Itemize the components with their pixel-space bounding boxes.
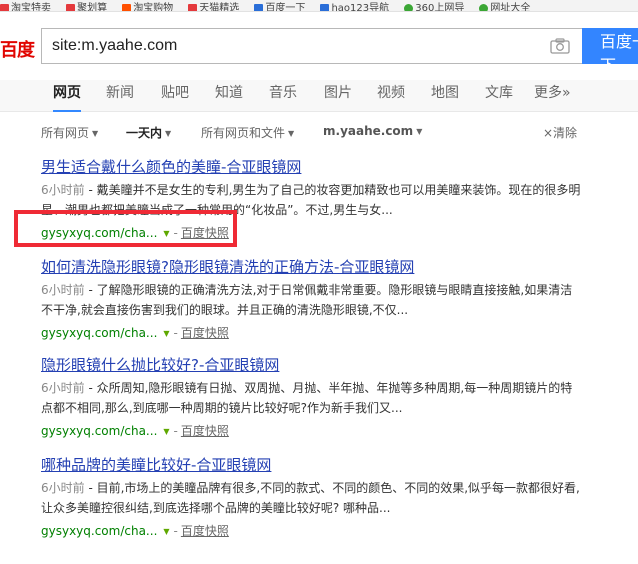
- bookmark-label: 淘宝购物: [133, 3, 174, 12]
- bookmark-item[interactable]: 网址大全: [479, 3, 531, 12]
- bookmark-item[interactable]: 淘宝特卖: [0, 3, 51, 12]
- filter-label: 一天内: [126, 126, 163, 140]
- bookmark-item[interactable]: 百度一下: [254, 3, 306, 12]
- result-meta: gysyxyq.com/cha... ▼ - 百度快照: [41, 522, 601, 541]
- result-time: 6小时前: [41, 183, 85, 197]
- tab-wenku[interactable]: 文库: [485, 83, 513, 112]
- bookmark-label: 聚划算: [77, 3, 108, 12]
- bookmark-label: hao123导航: [331, 3, 390, 12]
- separator: -: [173, 524, 178, 538]
- result-time: 6小时前: [41, 283, 85, 297]
- chevron-down-icon[interactable]: ▼: [163, 527, 169, 536]
- result-meta: gysyxyq.com/cha... ▼ - 百度快照: [41, 422, 601, 441]
- bookmark-label: 淘宝特卖: [11, 3, 51, 12]
- tab-news[interactable]: 新闻: [106, 83, 134, 112]
- baidu-logo[interactable]: 百度: [0, 36, 35, 62]
- result-url[interactable]: gysyxyq.com/cha...: [41, 424, 157, 438]
- result-abstract: 6小时前 - 目前,市场上的美瞳品牌有很多,不同的款式、不同的颜色、不同的效果,…: [41, 481, 580, 515]
- result-abstract: 6小时前 - 了解隐形眼镜的正确清洗方法,对于日常佩戴非常重要。隐形眼镜与眼睛直…: [41, 283, 573, 317]
- search-input[interactable]: [52, 29, 532, 63]
- bookmark-item[interactable]: 聚划算: [66, 3, 108, 12]
- result-snippet: 了解隐形眼镜的正确清洗方法,对于日常佩戴非常重要。隐形眼镜与眼睛直接接触,如果清…: [41, 283, 573, 317]
- search-result: 哪种品牌的美瞳比较好-合亚眼镜网 6小时前 - 目前,市场上的美瞳品牌有很多,不…: [41, 455, 601, 541]
- bookmark-label: 360上网导: [415, 3, 465, 12]
- search-result: 隐形眼镜什么抛比较好?-合亚眼镜网 6小时前 - 众所周知,隐形眼镜有日抛、双周…: [41, 355, 601, 441]
- result-snippet: 目前,市场上的美瞳品牌有很多,不同的款式、不同的颜色、不同的效果,似乎每一款都很…: [41, 481, 580, 515]
- result-abstract: 6小时前 - 众所周知,隐形眼镜有日抛、双周抛、月抛、半年抛、年抛等多种周期,每…: [41, 381, 573, 415]
- chevron-down-icon[interactable]: ▼: [163, 329, 169, 338]
- camera-icon[interactable]: [550, 38, 570, 54]
- bookmark-label: 天猫精选: [199, 3, 240, 12]
- tab-zhidao[interactable]: 知道: [215, 83, 243, 112]
- tab-music[interactable]: 音乐: [269, 83, 297, 112]
- result-url[interactable]: gysyxyq.com/cha...: [41, 326, 157, 340]
- chevron-down-icon[interactable]: ▼: [163, 427, 169, 436]
- bookmark-item[interactable]: hao123导航: [320, 3, 390, 12]
- tab-map[interactable]: 地图: [431, 83, 459, 112]
- filter-all-pages[interactable]: 所有网页 ▼: [41, 124, 98, 141]
- bookmark-item[interactable]: 天猫精选: [188, 3, 240, 12]
- filter-label: m.yaahe.com: [323, 124, 414, 138]
- cache-link[interactable]: 百度快照: [181, 326, 229, 340]
- tab-video[interactable]: 视频: [377, 83, 405, 112]
- cache-link[interactable]: 百度快照: [181, 424, 229, 438]
- tab-web[interactable]: 网页: [53, 83, 81, 112]
- filter-file-type[interactable]: 所有网页和文件 ▼: [201, 124, 294, 141]
- bookmark-icon: [122, 4, 132, 11]
- result-time: 6小时前: [41, 481, 85, 495]
- cache-link[interactable]: 百度快照: [181, 524, 229, 538]
- bookmark-icon: [254, 4, 264, 11]
- search-header: 百度 百度一下: [0, 12, 638, 80]
- bookmark-item[interactable]: 360上网导: [404, 3, 465, 12]
- bookmark-label: 百度一下: [265, 3, 306, 12]
- bookmark-icon: [66, 4, 76, 11]
- filter-label: 所有网页: [41, 126, 90, 140]
- clear-filters-link[interactable]: ×清除: [543, 124, 577, 141]
- filter-bar: 所有网页 ▼ 一天内 ▼ 所有网页和文件 ▼ m.yaahe.com ▼ ×清除: [0, 112, 638, 148]
- highlight-annotation-box: [14, 210, 237, 247]
- separator: -: [173, 424, 178, 438]
- search-result: 如何清洗隐形眼镜?隐形眼镜清洗的正确方法-合亚眼镜网 6小时前 - 了解隐形眼镜…: [41, 257, 601, 343]
- result-title-link[interactable]: 男生适合戴什么颜色的美瞳-合亚眼镜网: [41, 157, 601, 177]
- result-title-link[interactable]: 哪种品牌的美瞳比较好-合亚眼镜网: [41, 455, 601, 475]
- bookmarks-bar: 淘宝特卖 聚划算 淘宝购物 天猫精选 百度一下 hao123导航 360上网导 …: [0, 0, 638, 12]
- tab-more[interactable]: 更多»: [534, 83, 571, 112]
- bookmark-icon: [479, 4, 489, 11]
- result-url[interactable]: gysyxyq.com/cha...: [41, 524, 157, 538]
- result-title-link[interactable]: 如何清洗隐形眼镜?隐形眼镜清洗的正确方法-合亚眼镜网: [41, 257, 601, 277]
- caret-down-icon: ▼: [165, 129, 172, 138]
- caret-down-icon: ▼: [92, 129, 99, 138]
- bookmark-icon: [404, 4, 414, 11]
- filter-label: 所有网页和文件: [201, 126, 286, 140]
- caret-down-icon: ▼: [416, 127, 423, 136]
- bookmark-icon: [320, 4, 330, 11]
- bookmark-icon: [0, 4, 9, 11]
- nav-tabs: 网页 新闻 贴吧 知道 音乐 图片 视频 地图 文库 更多»: [0, 80, 638, 112]
- result-snippet: 众所周知,隐形眼镜有日抛、双周抛、月抛、半年抛、年抛等多种周期,每一种周期镜片的…: [41, 381, 573, 415]
- result-meta: gysyxyq.com/cha... ▼ - 百度快照: [41, 324, 601, 343]
- bookmark-icon: [188, 4, 198, 11]
- filter-time[interactable]: 一天内 ▼: [126, 124, 171, 141]
- result-title-link[interactable]: 隐形眼镜什么抛比较好?-合亚眼镜网: [41, 355, 601, 375]
- tab-images[interactable]: 图片: [324, 83, 352, 112]
- bookmark-item[interactable]: 淘宝购物: [122, 3, 174, 12]
- filter-site[interactable]: m.yaahe.com ▼: [323, 124, 422, 138]
- caret-down-icon: ▼: [288, 129, 295, 138]
- separator: -: [173, 326, 178, 340]
- result-time: 6小时前: [41, 381, 85, 395]
- search-button[interactable]: 百度一下: [582, 28, 638, 75]
- bookmark-label: 网址大全: [490, 3, 531, 12]
- search-box: [41, 28, 582, 64]
- tab-tieba[interactable]: 贴吧: [161, 83, 189, 112]
